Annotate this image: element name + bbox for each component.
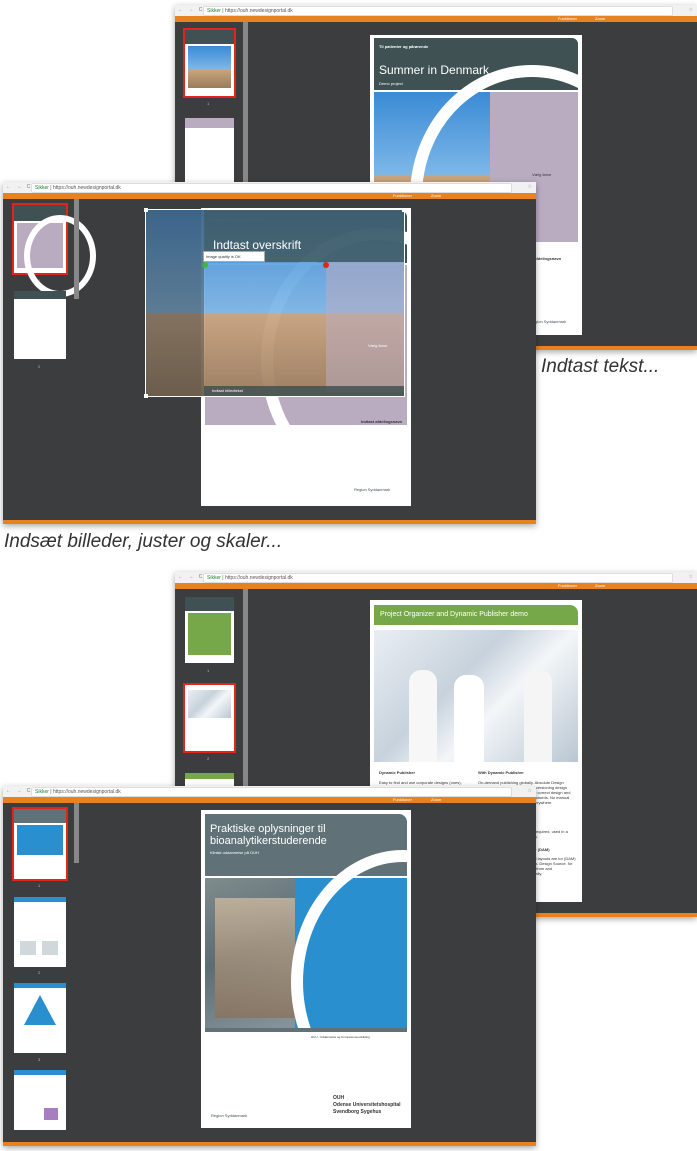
thumb-number: 1: [38, 883, 41, 888]
page-thumbnail[interactable]: [12, 203, 96, 297]
menu-funktioner[interactable]: Funktioner: [558, 583, 577, 588]
thumbnail-scrollbar[interactable]: [74, 199, 79, 299]
thumbnail-panel: 1 2 3: [3, 803, 73, 1142]
page-thumbnail[interactable]: [14, 291, 66, 359]
document-page: Praktiske oplysninger til bioanalytikers…: [201, 810, 411, 1128]
browser-nav-buttons[interactable]: ← → C: [178, 7, 204, 13]
app-menubar: Funktioner Zoom: [175, 583, 697, 589]
app-menubar: Funktioner Zoom: [3, 797, 536, 803]
ouh-logo-1: OUH: [333, 1095, 345, 1101]
browser-nav-buttons[interactable]: ← → C: [6, 788, 32, 794]
thumbnail-panel: 1 2: [3, 199, 96, 520]
thumb-number: 1: [38, 278, 41, 283]
region-logo: Region Syddanmark: [211, 1113, 248, 1118]
thumb-number: 2: [38, 970, 41, 975]
page-title[interactable]: Project Organizer and Dynamic Publisher …: [380, 611, 528, 618]
resize-handle-tl[interactable]: [144, 208, 148, 212]
quality-tooltip: Image quality is OK: [203, 251, 265, 262]
page-title[interactable]: Praktiske oplysninger til bioanalytikers…: [210, 823, 380, 847]
menu-zoom[interactable]: Zoom: [431, 193, 441, 198]
bookmark-star-icon[interactable]: ☆: [689, 574, 693, 580]
remove-image-icon[interactable]: [323, 262, 329, 268]
menu-funktioner[interactable]: Funktioner: [558, 16, 577, 21]
browser-nav-buttons[interactable]: ← → C: [178, 574, 204, 580]
thumb-number: 2: [207, 756, 210, 761]
address-bar[interactable]: Sikker | https://ouh.newdesignportal.dk: [203, 573, 673, 583]
thumb-number: 2: [38, 364, 41, 369]
page-subtitle[interactable]: Klinisk uddannelse på OUH: [210, 850, 259, 855]
page-thumbnail[interactable]: [14, 1070, 66, 1130]
url-text: https://ouh.newdesignportal.dk: [52, 185, 121, 191]
address-bar[interactable]: Sikker | https://ouh.newdesignportal.dk: [31, 183, 512, 193]
caption-indsaet-billeder: Indsæt billeder, juster og skaler...: [4, 531, 283, 552]
page-thumbnail[interactable]: [185, 597, 234, 663]
secure-label: Sikker: [35, 185, 49, 191]
caption-indtast-tekst: Indtast tekst...: [541, 356, 660, 377]
image-placement-frame[interactable]: Indtast overskrift Vælg farve Indtast bi…: [145, 209, 405, 397]
app-menubar: Funktioner Zoom: [3, 193, 536, 199]
menu-funktioner[interactable]: Funktioner: [393, 193, 412, 198]
col2-heading: With Dynamic Publisher: [478, 770, 524, 775]
menu-zoom[interactable]: Zoom: [595, 16, 605, 21]
page-thumbnail[interactable]: [183, 28, 236, 98]
page-title[interactable]: Summer in Denmark: [379, 63, 489, 77]
url-text: https://ouh.newdesignportal.dk: [224, 8, 293, 14]
page-thumbnail[interactable]: [14, 983, 66, 1053]
band-text: HCU - Uddannelse og Kompetenceudvikling: [311, 1035, 370, 1039]
secure-label: Sikker: [35, 789, 49, 795]
address-bar[interactable]: Sikker | https://ouh.newdesignportal.dk: [203, 6, 673, 16]
ouh-logo-2: Odense Universitetshospital: [333, 1102, 401, 1108]
thumbnail-scrollbar[interactable]: [74, 803, 79, 863]
page-thumbnail[interactable]: [12, 807, 68, 881]
thumb-number: 1: [207, 668, 210, 673]
menu-zoom[interactable]: Zoom: [431, 797, 441, 802]
bookmark-star-icon[interactable]: ☆: [528, 184, 532, 190]
page-thumbnail[interactable]: [14, 897, 66, 967]
thumb-number: 1: [207, 101, 210, 106]
footer-label[interactable]: Indtast afdelingsnavn: [361, 419, 402, 424]
menu-zoom[interactable]: Zoom: [595, 583, 605, 588]
col1-heading: Dynamic Publisher: [379, 770, 416, 775]
window-bottom-bar: [3, 1142, 536, 1146]
page-subtitle[interactable]: Demo project: [379, 81, 403, 86]
app-menubar: Funktioner Zoom: [175, 16, 697, 22]
page-title-overlay[interactable]: Indtast overskrift: [213, 238, 301, 252]
resize-handle-bl[interactable]: [144, 394, 148, 398]
secure-label: Sikker: [207, 575, 221, 581]
page-thumbnail[interactable]: [183, 683, 236, 753]
bookmark-star-icon[interactable]: ☆: [528, 788, 532, 794]
page-header-small: Til patienter og pårørende: [379, 44, 429, 49]
url-text: https://ouh.newdesignportal.dk: [52, 789, 121, 795]
url-text: https://ouh.newdesignportal.dk: [224, 575, 293, 581]
secure-label: Sikker: [207, 8, 221, 14]
browser-window-praktiske: ← → C Sikker | https://ouh.newdesignport…: [3, 786, 536, 1146]
quality-ok-icon: [202, 262, 208, 268]
address-bar[interactable]: Sikker | https://ouh.newdesignportal.dk: [31, 787, 512, 797]
browser-window-image-edit: ← → C Sikker | https://ouh.newdesignport…: [3, 182, 536, 524]
bookmark-star-icon[interactable]: ☆: [689, 7, 693, 13]
color-select-label[interactable]: Vælg farve: [368, 343, 387, 348]
image-caption-label[interactable]: Indtast billedtekst: [212, 388, 243, 393]
window-bottom-bar: [3, 520, 536, 524]
ouh-logo-3: Svendborg Sygehus: [333, 1109, 382, 1115]
color-select-label[interactable]: Vælg farve: [532, 172, 551, 177]
page-thumbnail[interactable]: [185, 118, 234, 184]
browser-nav-buttons[interactable]: ← → C: [6, 184, 32, 190]
region-logo: Region Syddanmark: [354, 487, 391, 492]
page-photo[interactable]: [374, 630, 578, 762]
menu-funktioner[interactable]: Funktioner: [393, 797, 412, 802]
resize-handle-tr[interactable]: [402, 208, 406, 212]
thumb-number: 3: [38, 1057, 41, 1062]
